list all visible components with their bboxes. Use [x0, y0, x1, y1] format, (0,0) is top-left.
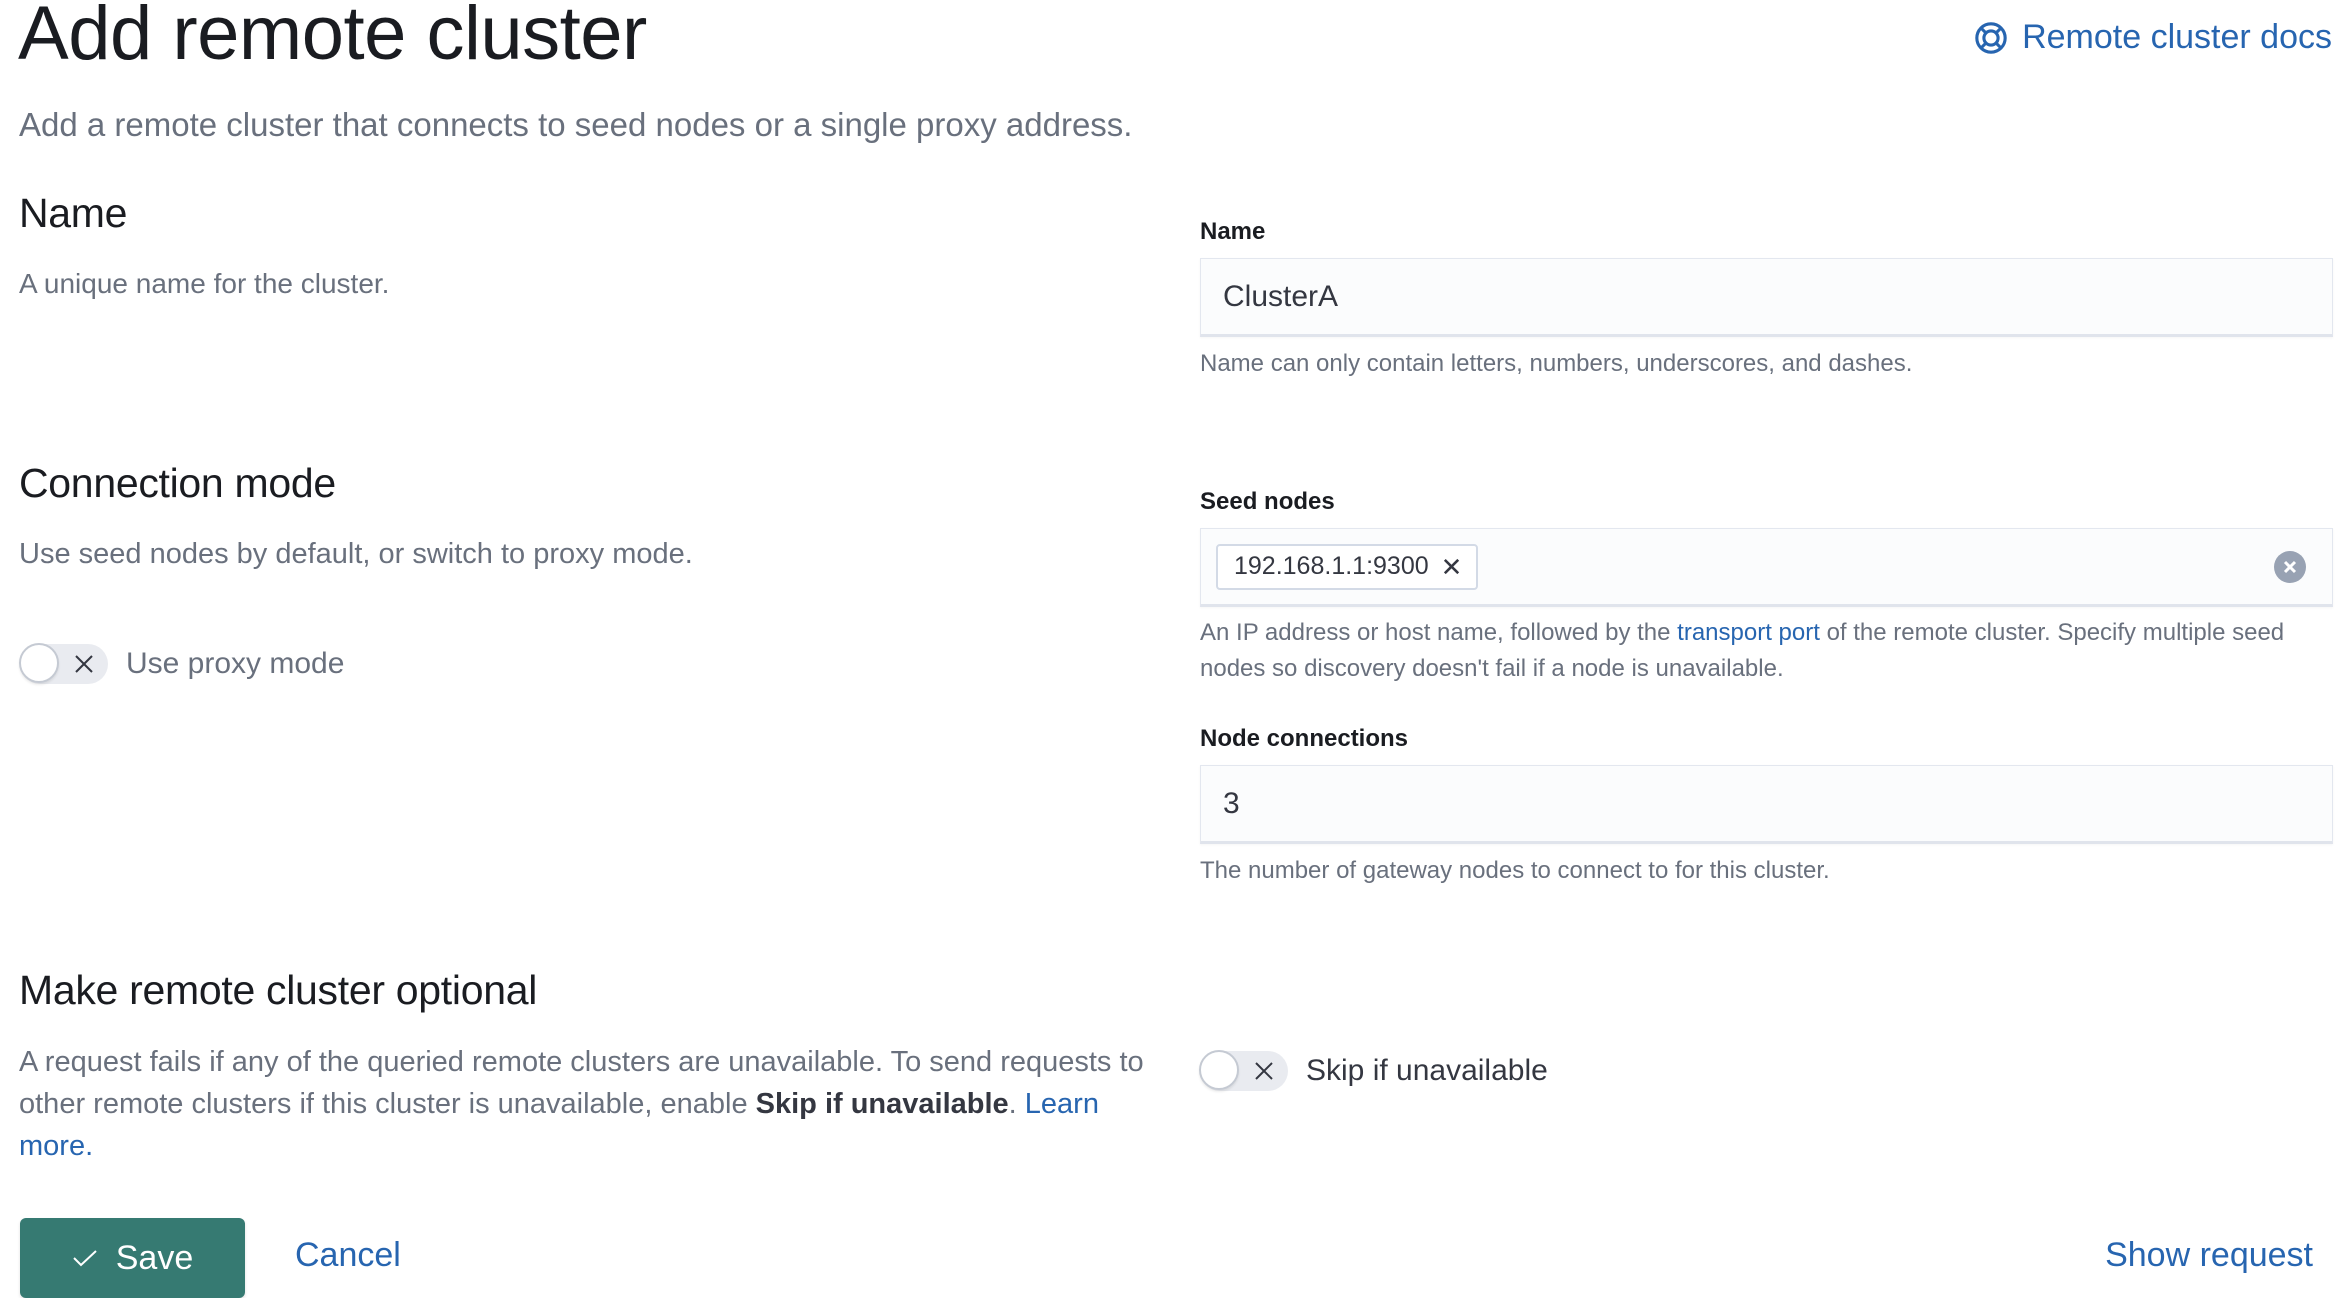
seed-nodes-combobox[interactable]: 192.168.1.1:9300 ✕	[1200, 528, 2333, 607]
optional-section-description: A request fails if any of the queried re…	[19, 1041, 1179, 1167]
help-lifebuoy-icon	[1975, 21, 2007, 54]
cross-icon	[75, 655, 93, 673]
transport-port-link[interactable]: transport port	[1677, 619, 1820, 646]
page-title: Add remote cluster	[18, 0, 647, 76]
optional-section-title: Make remote cluster optional	[19, 967, 538, 1013]
optional-description-text-2: .	[1008, 1088, 1025, 1120]
skip-unavailable-switch[interactable]	[1199, 1050, 1288, 1091]
proxy-mode-label[interactable]: Use proxy mode	[126, 647, 344, 681]
cancel-button[interactable]: Cancel	[295, 1236, 401, 1275]
clear-seed-nodes-button[interactable]	[2274, 550, 2306, 583]
save-button-label: Save	[115, 1238, 194, 1277]
proxy-mode-switch[interactable]	[19, 643, 108, 684]
name-field-help: Name can only contain letters, numbers, …	[1200, 350, 1913, 377]
connection-mode-section-title: Connection mode	[19, 460, 336, 506]
name-input[interactable]	[1223, 279, 2332, 314]
skip-unavailable-label[interactable]: Skip if unavailable	[1306, 1054, 1548, 1088]
check-icon	[73, 1250, 97, 1267]
node-connections-input[interactable]	[1223, 786, 2332, 821]
remove-seed-node-icon[interactable]: ✕	[1441, 554, 1463, 580]
switch-knob	[1199, 1050, 1239, 1090]
page-subtitle: Add a remote cluster that connects to se…	[19, 106, 1133, 143]
clear-icon	[2283, 560, 2297, 573]
switch-knob	[19, 643, 59, 683]
skip-unavailable-toggle-row: Skip if unavailable	[1199, 1050, 1548, 1091]
proxy-mode-toggle-row: Use proxy mode	[19, 643, 344, 684]
seed-nodes-label: Seed nodes	[1200, 488, 1335, 515]
name-field-label: Name	[1200, 218, 1266, 245]
seed-nodes-help-text: An IP address or host name, followed by …	[1200, 619, 1678, 646]
save-button[interactable]: Save	[20, 1218, 245, 1298]
node-connections-field[interactable]	[1200, 765, 2333, 844]
node-connections-help: The number of gateway nodes to connect t…	[1200, 857, 1830, 884]
seed-node-value: 192.168.1.1:9300	[1234, 552, 1429, 580]
seed-nodes-help: An IP address or host name, followed by …	[1200, 615, 2333, 687]
remote-cluster-docs-label: Remote cluster docs	[2022, 18, 2332, 56]
name-field[interactable]	[1200, 258, 2333, 337]
remote-cluster-docs-link[interactable]: Remote cluster docs	[1974, 18, 2332, 57]
node-connections-label: Node connections	[1200, 725, 1409, 752]
connection-mode-section-description: Use seed nodes by default, or switch to …	[19, 538, 693, 570]
optional-description-bold: Skip if unavailable	[755, 1088, 1009, 1120]
name-section-title: Name	[19, 190, 128, 236]
seed-node-pill: 192.168.1.1:9300 ✕	[1216, 543, 1479, 590]
show-request-button[interactable]: Show request	[2105, 1236, 2313, 1275]
cross-icon	[1255, 1062, 1273, 1080]
name-section-description: A unique name for the cluster.	[19, 268, 390, 299]
